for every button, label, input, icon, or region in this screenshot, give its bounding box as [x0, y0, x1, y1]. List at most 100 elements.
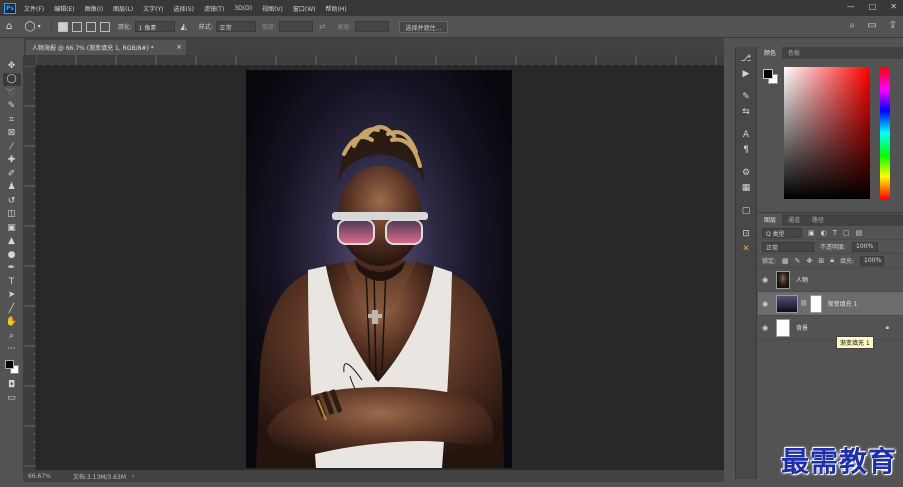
fill-input[interactable]: 100%	[860, 255, 885, 266]
opacity-input[interactable]: 100%	[852, 241, 879, 252]
elliptical-marquee-tool-icon[interactable]: ◯	[2, 72, 21, 86]
subtract-selection-button[interactable]	[85, 21, 96, 32]
eraser-tool-icon[interactable]: ◫	[3, 208, 21, 222]
frame-tool-icon[interactable]: ⊠	[3, 127, 21, 141]
select-and-mask-button[interactable]: 选择并遮住...	[398, 20, 449, 33]
menu-edit[interactable]: 编辑(E)	[54, 4, 74, 13]
filter-type-icon[interactable]: T	[833, 229, 837, 237]
path-selection-tool-icon[interactable]: ➤	[3, 289, 21, 303]
menu-file[interactable]: 文件(F)	[24, 4, 44, 13]
workspace-icon[interactable]: ▭	[867, 20, 876, 31]
add-selection-button[interactable]	[71, 21, 82, 32]
tab-layers[interactable]: 图层	[758, 213, 783, 226]
lock-position-icon[interactable]: ✥	[807, 257, 813, 265]
crop-tool-icon[interactable]: ⌗	[3, 113, 21, 127]
tab-channels[interactable]: 通道	[782, 213, 806, 226]
swap-icon[interactable]: ⇄	[319, 22, 326, 31]
lasso-tool-icon[interactable]: ➰	[3, 86, 21, 100]
lock-artboard-icon[interactable]: ⊞	[818, 257, 824, 265]
healing-brush-tool-icon[interactable]: ✚	[3, 154, 21, 168]
line-tool-icon[interactable]: ╱	[3, 302, 21, 316]
layer-filter-select[interactable]: Q 类型	[762, 227, 802, 238]
layer-row-gradient-fill[interactable]: ◉ ⛓ 渐变填充 1	[758, 292, 903, 316]
hand-tool-icon[interactable]: ✋	[3, 316, 21, 330]
brush-settings-icon[interactable]: ✎	[742, 89, 750, 104]
width-input[interactable]	[278, 21, 313, 32]
gradient-tool-icon[interactable]: ▣	[3, 221, 21, 235]
menu-view[interactable]: 视图(V)	[262, 4, 283, 13]
dodge-tool-icon[interactable]: ●	[3, 248, 21, 262]
home-icon[interactable]: ⌂	[6, 21, 12, 32]
filter-smart-icon[interactable]: ▤	[856, 229, 863, 237]
properties-icon[interactable]: ✕	[742, 241, 750, 256]
tool-presets-icon[interactable]: ⚙	[742, 165, 750, 180]
document-tab[interactable]: 人物海报 @ 66.7% (渐变填充 1, RGB/8#) * ×	[26, 40, 186, 55]
move-tool-icon[interactable]: ✥	[3, 59, 21, 73]
foreground-color-swatch[interactable]	[763, 69, 773, 79]
zoom-tool-icon[interactable]: ⌕	[3, 329, 21, 343]
chevron-down-icon[interactable]: ▾	[38, 23, 41, 30]
intersect-selection-button[interactable]	[99, 21, 110, 32]
screen-mode-icon[interactable]: ▭	[3, 392, 21, 406]
type-tool-icon[interactable]: T	[3, 275, 21, 289]
layer-row-person[interactable]: ◉ 人物	[758, 268, 903, 292]
foreground-background-colors[interactable]	[3, 358, 21, 378]
filter-pixel-icon[interactable]: ▣	[808, 229, 815, 237]
feather-input[interactable]: 1 像素	[134, 21, 175, 32]
menu-filter[interactable]: 滤镜(T)	[204, 4, 224, 13]
style-select[interactable]: 正常	[215, 21, 256, 32]
elliptical-marquee-icon[interactable]: ◯	[24, 21, 35, 32]
foreground-color-swatch[interactable]	[4, 360, 14, 369]
minimize-icon[interactable]: —	[847, 2, 855, 11]
clone-stamp-tool-icon[interactable]: ♟	[3, 181, 21, 195]
chevron-right-icon[interactable]: ›	[132, 473, 134, 480]
zoom-level[interactable]: 66.67%	[28, 473, 51, 480]
eyedropper-tool-icon[interactable]: ⁄	[3, 140, 21, 154]
menu-window[interactable]: 窗口(W)	[293, 4, 316, 13]
tab-color[interactable]: 颜色	[758, 46, 783, 59]
menu-help[interactable]: 帮助(H)	[326, 4, 347, 13]
blur-tool-icon[interactable]: ▲	[3, 235, 21, 249]
learn-icon[interactable]: ⊡	[742, 226, 750, 241]
close-icon[interactable]: ✕	[890, 2, 897, 11]
paragraph-icon[interactable]: ¶	[743, 142, 749, 157]
share-icon[interactable]: ⇪	[889, 20, 897, 31]
lock-paint-icon[interactable]: ✎	[795, 257, 801, 265]
menu-layer[interactable]: 图层(L)	[113, 4, 133, 13]
character-icon[interactable]: A	[743, 127, 749, 142]
photoshop-logo-icon[interactable]: Ps	[4, 2, 16, 14]
new-selection-button[interactable]	[57, 21, 68, 32]
menu-3d[interactable]: 3D(D)	[234, 5, 252, 12]
eye-icon[interactable]: ◉	[762, 300, 772, 308]
more-tools-icon[interactable]: ···	[3, 343, 21, 357]
layer-mask-thumbnail[interactable]	[809, 294, 822, 313]
hue-slider[interactable]	[880, 67, 890, 199]
document-canvas[interactable]	[246, 70, 512, 468]
quick-select-tool-icon[interactable]: ✎	[3, 100, 21, 114]
close-icon[interactable]: ×	[176, 43, 182, 51]
tab-swatches[interactable]: 色板	[782, 46, 806, 59]
tab-paths[interactable]: 路径	[806, 213, 830, 226]
layer-row-background[interactable]: ◉ 背景 🔒︎	[758, 316, 903, 340]
menu-type[interactable]: 文字(Y)	[143, 4, 163, 13]
brush-tool-icon[interactable]: ✐	[3, 167, 21, 181]
lock-pixels-icon[interactable]: ▦	[782, 257, 789, 265]
filter-adjustment-icon[interactable]: ◐	[821, 229, 827, 237]
blend-mode-select[interactable]: 正常	[762, 241, 814, 252]
lock-all-icon[interactable]: 🔒︎	[830, 256, 834, 265]
eye-icon[interactable]: ◉	[762, 276, 772, 284]
filter-shape-icon[interactable]: ▢	[843, 229, 850, 237]
history-icon[interactable]: ⎇	[741, 51, 751, 66]
quick-mask-icon[interactable]: ◘	[3, 378, 21, 392]
history-brush-tool-icon[interactable]: ↺	[3, 194, 21, 208]
menu-image[interactable]: 图像(I)	[85, 4, 103, 13]
styles-icon[interactable]: ▦	[742, 180, 751, 195]
maximize-icon[interactable]: □	[869, 2, 877, 11]
color-picker-field[interactable]	[784, 67, 870, 199]
actions-play-icon[interactable]: ▶	[743, 66, 750, 81]
adjustments-icon[interactable]: ⇆	[742, 104, 750, 119]
height-input[interactable]	[354, 21, 389, 32]
menu-select[interactable]: 选择(S)	[173, 4, 194, 13]
eye-icon[interactable]: ◉	[762, 324, 772, 332]
pen-tool-icon[interactable]: ✒	[3, 262, 21, 276]
